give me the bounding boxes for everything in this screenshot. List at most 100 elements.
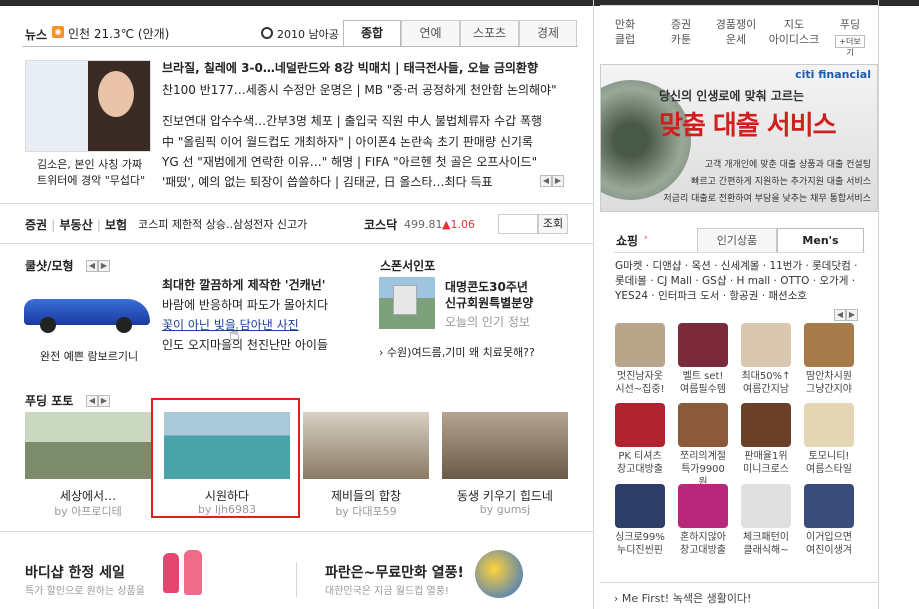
column-divider [593, 0, 594, 609]
realestate-link[interactable]: 부동산 [59, 218, 92, 232]
tab-economy[interactable]: 경제 [519, 20, 577, 46]
hand-cursor-icon: ☝ [229, 324, 240, 345]
product-item[interactable]: 이거입으면 여친이생겨 [803, 484, 855, 557]
tab-entertainment[interactable]: 연예 [401, 20, 460, 46]
news-photo[interactable] [25, 60, 151, 152]
tab-mens[interactable]: Men's [777, 228, 864, 252]
tab-general[interactable]: 종합 [343, 20, 401, 46]
quicklink-map[interactable]: 지도 아이디스크 [766, 17, 822, 47]
footer-campaign[interactable]: › Me First! 녹색은 생활이다! [614, 590, 751, 606]
product-image[interactable] [804, 323, 854, 367]
coolshot-item-3[interactable]: 인도 오지마을의 천진난만 아이들 [162, 336, 328, 353]
weather-text[interactable]: 인천 21.3℃ (안개) [68, 25, 169, 42]
promo-right-title[interactable]: 파란은~무료만화 열풍! [325, 562, 464, 582]
quicklink-stock[interactable]: 증권 카툰 [658, 17, 704, 47]
citi-ad-banner[interactable]: citi financial 당신의 인생로에 맞춰 고르는 맞춤 대출 서비스… [600, 64, 878, 212]
news-line-2[interactable]: 진보연대 압수수색…간부3명 체포 | 출입국 직원 中人 불법체류자 수갑 폭… [162, 112, 580, 129]
product-image[interactable] [678, 323, 728, 367]
pudding-photo-1[interactable] [25, 412, 151, 479]
car-caption[interactable]: 완전 예쁜 람보르기니 [40, 348, 138, 364]
pudding-photo-4[interactable] [442, 412, 568, 479]
news-line-5[interactable]: '패떴', 예의 없는 퇴장이 씁쓸하다 | 김태균, 日 올스타…최다 득표 [162, 173, 530, 190]
prev-icon[interactable]: ◀ [86, 394, 98, 407]
shopping-title[interactable]: 쇼핑 [616, 232, 638, 249]
product-image[interactable] [741, 403, 791, 447]
pudding-photo-3-title[interactable]: 제비들의 합창 [303, 487, 429, 504]
quicklink-pudding[interactable]: 푸딩 [834, 17, 866, 32]
product-label-1: 토모니티! [808, 451, 850, 462]
pudding-photo-3[interactable] [303, 412, 429, 479]
next-icon[interactable]: ▶ [846, 308, 858, 321]
product-item[interactable]: 싱크로99% 누디진씬핀 [614, 484, 666, 557]
product-item[interactable]: 최대50%↑ 여름간지남 [740, 323, 792, 396]
prev-icon[interactable]: ◀ [86, 259, 98, 272]
product-item[interactable]: 멋진남자옷 시선~집중! [614, 323, 666, 396]
product-item[interactable]: 판매율1위 미니크로스 [740, 403, 792, 476]
coolshot-headline[interactable]: 최대한 깔끔하게 제작한 '건캐넌' [162, 276, 325, 293]
product-image[interactable] [615, 403, 665, 447]
news-title[interactable]: 뉴스 [25, 26, 47, 43]
product-image[interactable] [741, 323, 791, 367]
pudding-photo-4-title[interactable]: 동생 키우기 힙드네 [442, 487, 568, 504]
product-item[interactable]: PK 티셔츠 창고대방출 [614, 403, 666, 476]
news-line-3[interactable]: 中 "올림픽 이어 월드컵도 개최하자" | 아이폰4 논란속 초기 판매량 신… [162, 133, 580, 150]
product-image[interactable] [804, 403, 854, 447]
more-button[interactable]: +더보기 [835, 35, 865, 57]
coolshot-pager: ◀ ▶ [86, 258, 110, 272]
sponsor-image[interactable] [379, 277, 435, 329]
coolshot-item-1[interactable]: 바람에 반응하며 파도가 몰아치다 [162, 296, 328, 313]
right-top-line [600, 5, 878, 6]
product-image[interactable] [741, 484, 791, 528]
news-line-4[interactable]: YG 선 "재범에게 연락한 이유…" 해명 | FIFA "아르헨 첫 골은 … [162, 153, 580, 170]
pudding-photo-3-author[interactable]: by 다대포59 [303, 503, 429, 519]
product-item[interactable]: 벨트 set! 여름필수템 [677, 323, 729, 396]
product-image[interactable] [678, 484, 728, 528]
product-item[interactable]: 체크패턴이 클래식해~ [740, 484, 792, 557]
quicklink-comic[interactable]: 만화 클럽 [605, 17, 645, 47]
photo-caption-1[interactable]: 김소은, 본인 사칭 가짜 [37, 156, 142, 172]
product-label-2: 미니크로스 [743, 464, 789, 475]
promo-right-sub[interactable]: 대한민국은 지금 월드컵 열풍! [325, 582, 449, 597]
product-image[interactable] [804, 484, 854, 528]
tab-popular[interactable]: 인기상품 [697, 228, 777, 252]
coolshot-title[interactable]: 쿨샷/모형 [25, 257, 74, 274]
car-image[interactable] [24, 285, 152, 337]
stock-search-input[interactable] [498, 214, 538, 234]
news-line-1[interactable]: 찬100 반177…세종시 수정안 운명은 | MB "중·러 공정하게 천안함… [162, 81, 580, 98]
worldcup-link[interactable]: 2010 남아공 [277, 26, 339, 42]
product-image[interactable] [615, 323, 665, 367]
news-headline[interactable]: 브라질, 칠레에 3-0…네덜란드와 8강 빅매치 | 태극전사들, 오늘 금의… [162, 59, 572, 76]
quicklink-prize[interactable]: 경품쟁이 운세 [706, 17, 766, 47]
product-item[interactable]: 땀안차시원 그냥간지야 [803, 323, 855, 396]
stock-link[interactable]: 증권 [25, 218, 47, 232]
search-button[interactable]: 조회 [538, 214, 568, 234]
sponsor-sub[interactable]: 오늘의 인기 정보 [445, 313, 530, 330]
next-icon[interactable]: ▶ [98, 394, 110, 407]
prev-icon[interactable]: ◀ [540, 174, 552, 187]
product-label-1: 멋진남자옷 [617, 371, 663, 382]
rss-icon[interactable]: ◉ [52, 26, 64, 38]
insurance-link[interactable]: 보험 [105, 218, 127, 232]
pudding-photo-4-author[interactable]: by gumsj [442, 503, 568, 516]
sponsor-headline-2[interactable]: 신규회원특별분양 [445, 294, 533, 311]
mall-links[interactable]: G마켓 · 디앤샵 · 옥션 · 신세계몰 · 11번가 · 롯데닷컴 · 롯데… [615, 259, 865, 304]
next-icon[interactable]: ▶ [552, 174, 564, 187]
pudding-photo-1-title[interactable]: 세상에서… [25, 487, 151, 504]
sponsor-link[interactable]: › 수원)여드름,기미 왜 치료못해?? [379, 344, 535, 360]
product-image[interactable] [678, 403, 728, 447]
product-image[interactable] [615, 484, 665, 528]
prev-icon[interactable]: ◀ [834, 308, 846, 321]
pudding-title[interactable]: 푸딩 포토 [25, 392, 73, 409]
shop-pager: ◀ ▶ [834, 307, 858, 321]
product-item[interactable]: 혼하지않아 창고대방출 [677, 484, 729, 557]
sponsor-headline-1[interactable]: 대명콘도30주년 [445, 278, 528, 295]
next-icon[interactable]: ▶ [98, 259, 110, 272]
photo-caption-2[interactable]: 트위터에 경악 "무섭다" [37, 172, 145, 188]
promo-left-title[interactable]: 바디샵 한정 세일 [25, 562, 125, 582]
product-item[interactable]: 토모니티! 여름스타일 [803, 403, 855, 476]
pudding-photo-1-author[interactable]: by 아프로디테 [25, 503, 151, 519]
tab-sports[interactable]: 스포츠 [460, 20, 519, 46]
product-item[interactable]: 쪼리의계절 특가9900원 [677, 403, 729, 489]
stock-ticker[interactable]: 코스피 제한적 상승..삼성전자 신고가 [138, 216, 307, 232]
promo-left-sub[interactable]: 특가 할인으로 원하는 상품을 [25, 582, 145, 597]
